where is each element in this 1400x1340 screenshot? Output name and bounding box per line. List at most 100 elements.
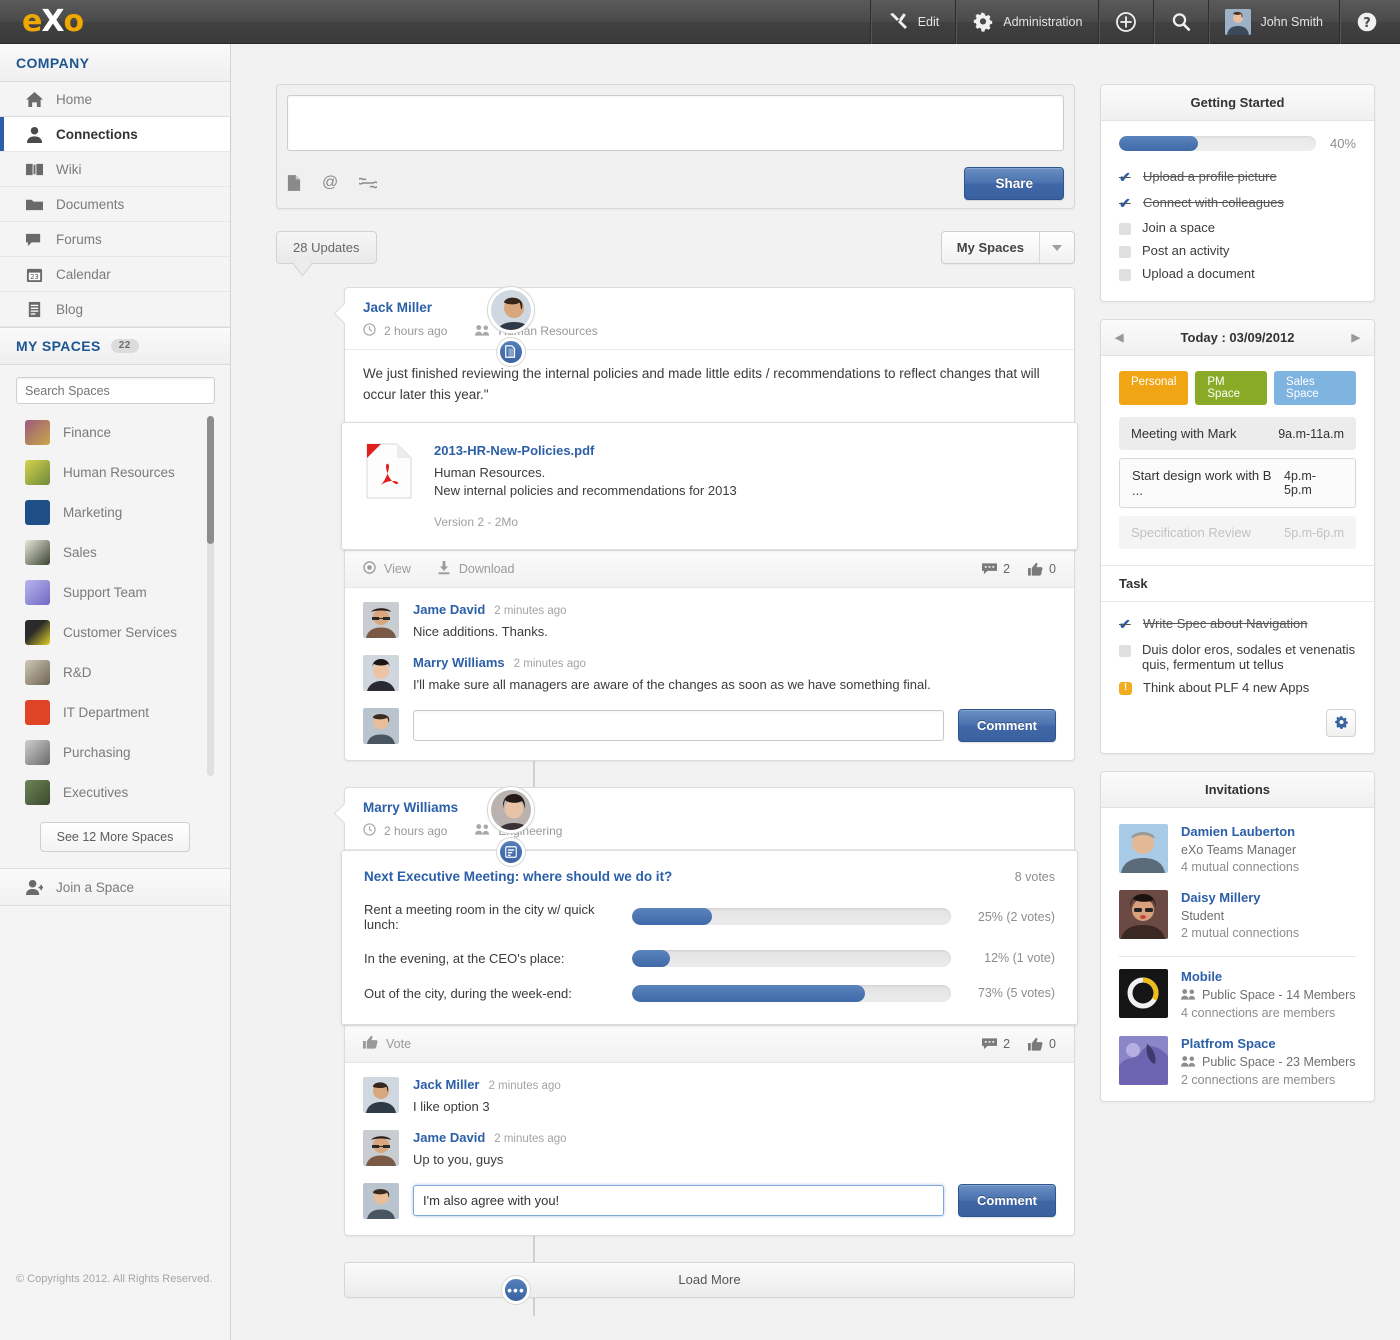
- invitation-name[interactable]: Mobile: [1181, 969, 1356, 984]
- comment-submit-button[interactable]: Comment: [958, 1184, 1056, 1217]
- calendar-tag[interactable]: PM Space: [1195, 371, 1267, 405]
- comment-count[interactable]: 2: [982, 1037, 1010, 1051]
- space-item[interactable]: Human Resources: [25, 452, 230, 492]
- share-button[interactable]: Share: [964, 167, 1064, 200]
- administration-button[interactable]: Administration: [955, 0, 1098, 44]
- checklist-item[interactable]: Post an activity: [1119, 239, 1356, 262]
- invitation-space[interactable]: Mobile Public Space - 14 Members 4 conne…: [1119, 957, 1356, 1024]
- join-a-space-button[interactable]: Join a Space: [0, 868, 230, 906]
- help-button[interactable]: ?: [1339, 0, 1400, 44]
- activity-counts: 2 0: [982, 562, 1056, 576]
- task-item[interactable]: ✔ Write Spec about Navigation: [1119, 612, 1356, 638]
- sidebar-item-wiki[interactable]: Wiki: [0, 152, 230, 187]
- invitation-person[interactable]: Daisy Millery Student 2 mutual connectio…: [1119, 878, 1356, 944]
- add-button[interactable]: [1098, 0, 1153, 44]
- activity-author[interactable]: Jack Miller: [363, 300, 1056, 315]
- comment-author[interactable]: Jame David: [413, 602, 485, 617]
- calendar-event[interactable]: Meeting with Mark 9a.m-11a.m: [1119, 417, 1356, 450]
- poll-option[interactable]: In the evening, at the CEO's place: 12% …: [364, 950, 1055, 967]
- space-item[interactable]: IT Department: [25, 692, 230, 732]
- comment-count[interactable]: 2: [982, 562, 1010, 576]
- chevron-left-icon[interactable]: ◀: [1115, 331, 1123, 344]
- poll-option[interactable]: Rent a meeting room in the city w/ quick…: [364, 902, 1055, 932]
- sidebar-item-forums[interactable]: Forums: [0, 222, 230, 257]
- task-settings-button[interactable]: [1326, 709, 1356, 737]
- edit-button[interactable]: Edit: [870, 0, 956, 44]
- user-menu[interactable]: John Smith: [1208, 0, 1339, 44]
- sidebar-item-calendar[interactable]: 23 Calendar: [0, 257, 230, 292]
- comment-submit-button[interactable]: Comment: [958, 709, 1056, 742]
- avatar[interactable]: [363, 1130, 399, 1166]
- sidebar-item-connections[interactable]: Connections: [0, 117, 230, 152]
- invitation-space[interactable]: Platfrom Space Public Space - 23 Members…: [1119, 1024, 1356, 1091]
- invitation-role: eXo Teams Manager: [1181, 843, 1299, 857]
- activity-author[interactable]: Marry Williams: [363, 800, 1056, 815]
- avatar[interactable]: [488, 287, 534, 333]
- like-count[interactable]: 0: [1028, 562, 1056, 576]
- comment-input[interactable]: [413, 1185, 944, 1216]
- exo-logo[interactable]: eXo: [22, 7, 83, 37]
- more-dots-icon[interactable]: •••: [502, 1276, 530, 1304]
- invitation-name[interactable]: Damien Lauberton: [1181, 824, 1299, 839]
- calendar-tag[interactable]: Sales Space: [1274, 371, 1356, 405]
- sidebar-item-label: Blog: [56, 302, 83, 317]
- load-more-button[interactable]: Load More: [344, 1262, 1075, 1298]
- task-item[interactable]: ! Think about PLF 4 new Apps: [1119, 676, 1356, 699]
- like-count[interactable]: 0: [1028, 1037, 1056, 1051]
- comment-item: Marry Williams 2 minutes ago I'll make s…: [363, 655, 1056, 692]
- invitation-person[interactable]: Damien Lauberton eXo Teams Manager 4 mut…: [1119, 812, 1356, 878]
- task-item[interactable]: Duis dolor eros, sodales et venenatis qu…: [1119, 638, 1356, 676]
- document-icon[interactable]: [287, 175, 301, 191]
- avatar[interactable]: [363, 1077, 399, 1113]
- sidebar-item-blog[interactable]: Blog: [0, 292, 230, 327]
- view-action[interactable]: View: [363, 561, 411, 577]
- space-item[interactable]: Purchasing: [25, 732, 230, 772]
- comment-author[interactable]: Marry Williams: [413, 655, 505, 670]
- comment-input[interactable]: [413, 710, 944, 741]
- checklist-label: Upload a profile picture: [1143, 169, 1277, 184]
- see-more-spaces-button[interactable]: See 12 More Spaces: [40, 822, 191, 852]
- invitation-name[interactable]: Platfrom Space: [1181, 1036, 1356, 1051]
- search-button[interactable]: [1153, 0, 1208, 44]
- space-item[interactable]: R&D: [25, 652, 230, 692]
- chevron-right-icon[interactable]: ▶: [1352, 331, 1360, 344]
- comment-count-value: 2: [1003, 562, 1010, 576]
- link-icon[interactable]: [359, 177, 377, 189]
- space-item[interactable]: Marketing: [25, 492, 230, 532]
- mention-icon[interactable]: @: [322, 174, 338, 192]
- left-sidebar: COMPANY Home Connections Wiki Documents: [0, 44, 231, 1340]
- download-action[interactable]: Download: [437, 560, 515, 578]
- checklist-item[interactable]: Upload a document: [1119, 262, 1356, 285]
- comment-text: I'll make sure all managers are aware of…: [413, 677, 931, 692]
- document-title[interactable]: 2013-HR-New-Policies.pdf: [434, 443, 737, 458]
- sidebar-item-home[interactable]: Home: [0, 82, 230, 117]
- space-item[interactable]: Support Team: [25, 572, 230, 612]
- space-label: R&D: [63, 665, 92, 680]
- spaces-scrollbar[interactable]: [207, 416, 214, 776]
- vote-action[interactable]: Vote: [363, 1035, 411, 1052]
- avatar[interactable]: [488, 787, 534, 833]
- calendar-tag[interactable]: Personal: [1119, 371, 1188, 405]
- invitation-name[interactable]: Daisy Millery: [1181, 890, 1299, 905]
- space-item[interactable]: Finance: [25, 412, 230, 452]
- feed-filter-dropdown[interactable]: My Spaces: [941, 231, 1075, 264]
- calendar-event[interactable]: Specification Review 5p.m-6p.m: [1119, 516, 1356, 549]
- space-item[interactable]: Sales: [25, 532, 230, 572]
- updates-badge[interactable]: 28 Updates: [276, 231, 377, 264]
- poll-option[interactable]: Out of the city, during the week-end: 73…: [364, 985, 1055, 1002]
- comment-bubble-icon: [982, 562, 997, 575]
- calendar-event[interactable]: Start design work with B ... 4p.m-5p.m: [1119, 458, 1356, 508]
- search-spaces-input[interactable]: [16, 377, 215, 404]
- space-item[interactable]: Customer Services: [25, 612, 230, 652]
- comment-author[interactable]: Jame David: [413, 1130, 485, 1145]
- space-item[interactable]: Executives: [25, 772, 230, 812]
- avatar[interactable]: [363, 602, 399, 638]
- avatar[interactable]: [363, 655, 399, 691]
- document-attachment[interactable]: 2013-HR-New-Policies.pdf Human Resources…: [341, 422, 1078, 550]
- sidebar-item-documents[interactable]: Documents: [0, 187, 230, 222]
- composer-textarea[interactable]: [287, 95, 1064, 151]
- checklist-item[interactable]: ✔ Upload a profile picture: [1119, 165, 1356, 191]
- checklist-item[interactable]: Join a space: [1119, 216, 1356, 239]
- comment-author[interactable]: Jack Miller: [413, 1077, 480, 1092]
- checklist-item[interactable]: ✔ Connect with colleagues: [1119, 191, 1356, 217]
